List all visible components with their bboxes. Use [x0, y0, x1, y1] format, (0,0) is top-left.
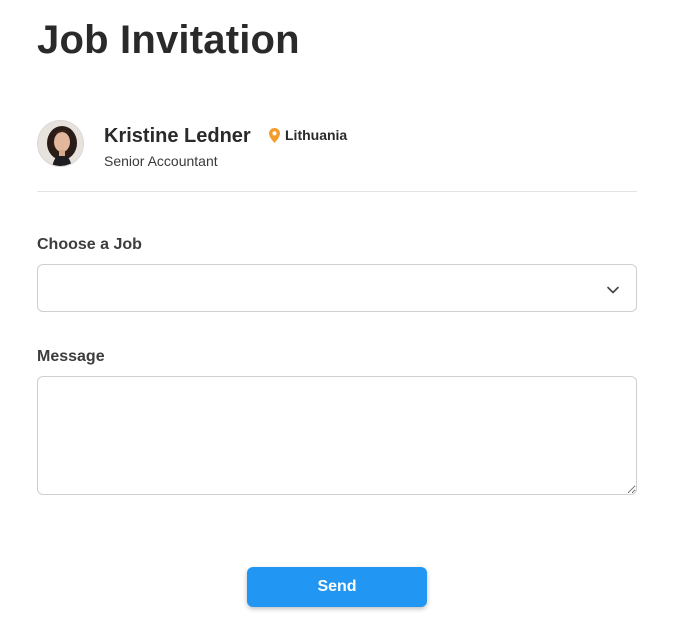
message-label: Message [37, 348, 105, 365]
candidate-name: Kristine Ledner [104, 125, 251, 147]
candidate-location: Lithuania [269, 126, 347, 144]
chevron-down-icon [606, 282, 620, 300]
job-select[interactable] [37, 264, 637, 312]
send-button[interactable]: Send [247, 567, 427, 607]
map-pin-icon [269, 127, 280, 143]
message-textarea[interactable] [37, 376, 637, 495]
location-label: Lithuania [285, 127, 348, 143]
job-invitation-page: Job Invitation Kristine Ledner Senior Ac… [0, 0, 686, 625]
avatar-photo-icon [38, 121, 83, 166]
avatar [37, 120, 84, 167]
candidate-profile: Kristine Ledner Senior Accountant Lithua… [37, 120, 637, 192]
choose-job-label: Choose a Job [37, 236, 142, 253]
candidate-job-title: Senior Accountant [104, 153, 218, 169]
page-title: Job Invitation [37, 18, 300, 62]
